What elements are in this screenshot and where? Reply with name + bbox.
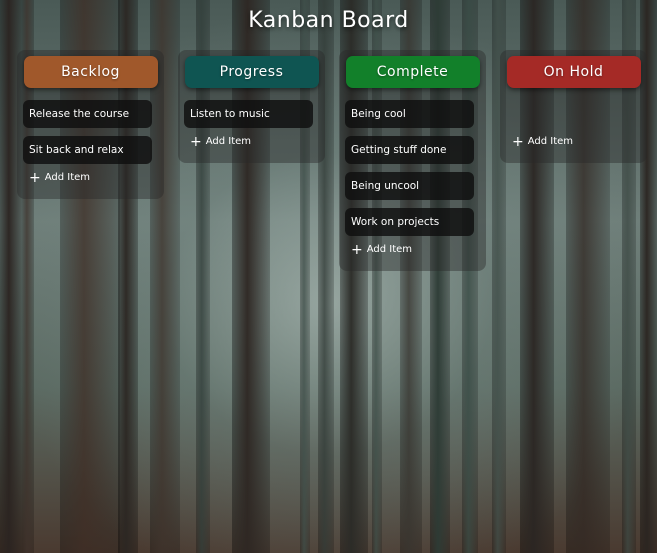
add-item-label: Add Item [366, 244, 413, 255]
add-item-label: Add Item [205, 136, 252, 147]
add-item-label: Add Item [527, 136, 574, 147]
add-item-button[interactable]: + Add Item [190, 133, 325, 150]
add-item-button[interactable]: + Add Item [512, 133, 647, 150]
list-item[interactable]: Release the course [23, 100, 152, 128]
list-item[interactable]: Getting stuff done [345, 136, 474, 164]
column-header-backlog[interactable]: Backlog [23, 56, 158, 88]
list-item[interactable]: Sit back and relax [23, 136, 152, 164]
list-item[interactable]: Listen to music [184, 100, 313, 128]
empty-list-space [500, 100, 647, 128]
add-item-button[interactable]: + Add Item [351, 241, 486, 258]
list-item[interactable]: Being uncool [345, 172, 474, 200]
column-complete: Complete Being cool Getting stuff done B… [339, 50, 486, 271]
column-header-complete[interactable]: Complete [345, 56, 480, 88]
column-header-progress[interactable]: Progress [184, 56, 319, 88]
column-header-on-hold[interactable]: On Hold [506, 56, 641, 88]
plus-icon: + [29, 169, 41, 186]
page-title: Kanban Board [248, 8, 409, 33]
add-item-label: Add Item [44, 172, 91, 183]
add-item-button[interactable]: + Add Item [29, 169, 164, 186]
list-item[interactable]: Work on projects [345, 208, 474, 236]
plus-icon: + [512, 133, 524, 150]
plus-icon: + [351, 241, 363, 258]
plus-icon: + [190, 133, 202, 150]
list-item[interactable]: Being cool [345, 100, 474, 128]
column-on-hold: On Hold + Add Item [500, 50, 647, 163]
column-progress: Progress Listen to music + Add Item [178, 50, 325, 163]
column-backlog: Backlog Release the course Sit back and … [17, 50, 164, 199]
